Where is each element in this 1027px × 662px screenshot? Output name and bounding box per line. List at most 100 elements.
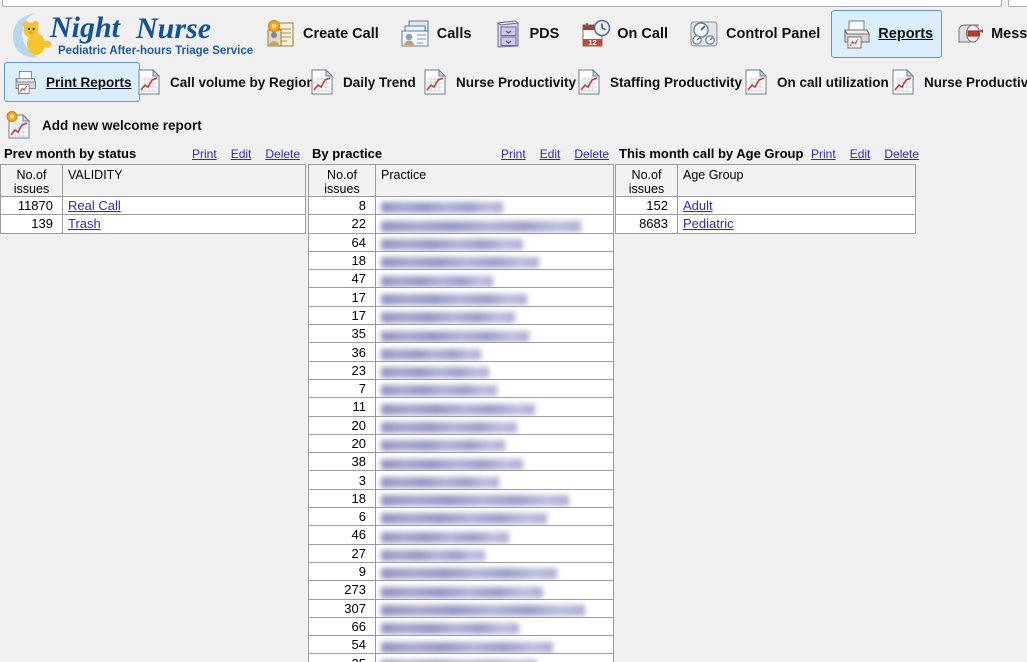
delete-link[interactable]: Delete (884, 147, 919, 161)
table-row[interactable]: 66 (308, 616, 614, 637)
nav-item-on-call[interactable]: 12 On Call (570, 10, 677, 58)
nav-item-reports[interactable]: Reports (831, 10, 943, 58)
subnav-item-nurse-productivity-2[interactable]: Nurse Productivity (882, 62, 1027, 102)
practice-link-redacted[interactable] (381, 476, 499, 488)
practice-link-redacted[interactable] (381, 421, 517, 433)
practice-link-redacted[interactable] (381, 385, 497, 397)
table-row[interactable]: 6 (308, 507, 614, 527)
table-row[interactable]: 54 (308, 635, 614, 655)
practice-link-redacted[interactable] (381, 550, 485, 562)
subnav-item-daily-trend[interactable]: Daily Trend (301, 62, 424, 102)
practice-link-redacted[interactable] (381, 440, 505, 452)
table-row[interactable]: 35 (308, 324, 614, 344)
nav-item-calls[interactable]: Calls (390, 10, 481, 58)
table-row[interactable]: 27 (308, 543, 614, 563)
practice-link-redacted[interactable] (381, 641, 553, 653)
delete-link[interactable]: Delete (574, 147, 609, 161)
practice-link-redacted[interactable] (381, 220, 581, 232)
practice-link-redacted[interactable] (381, 275, 493, 287)
practice-link-redacted[interactable] (381, 367, 489, 379)
table-header-row: No.of issues Age Group (615, 164, 916, 197)
practice-link-redacted[interactable] (381, 257, 539, 269)
table-row[interactable]: 17 (308, 305, 614, 326)
table-row[interactable]: 38 (308, 452, 614, 472)
validity-link[interactable]: Trash (68, 216, 101, 231)
table-row[interactable]: 20 (308, 433, 614, 454)
table-header-row: No.of issues Practice (308, 164, 614, 197)
practice-link-redacted[interactable] (381, 293, 527, 305)
cell-count: 27 (308, 543, 376, 563)
table-row[interactable]: 307 (308, 598, 614, 618)
cell-count: 23 (308, 360, 376, 380)
table-row[interactable]: 9 (308, 561, 614, 582)
practice-link-redacted[interactable] (381, 458, 523, 470)
table-row[interactable]: 11 (308, 397, 614, 417)
table-row[interactable]: 17 (308, 287, 614, 307)
nav-item-label: Control Panel (726, 26, 821, 42)
practice-link-redacted[interactable] (381, 495, 569, 507)
practice-link-redacted[interactable] (381, 348, 481, 360)
table-row[interactable]: 8 (308, 195, 614, 216)
cell-practice (375, 342, 614, 362)
table-row[interactable]: 22 (308, 214, 614, 234)
table-row[interactable]: 139 Trash (0, 214, 306, 234)
practice-link-redacted[interactable] (381, 513, 547, 525)
cell-practice (375, 214, 614, 234)
nav-item-control-panel[interactable]: Control Panel (679, 10, 829, 58)
column-header-practice: Practice (375, 164, 614, 197)
table-row[interactable]: 64 (308, 232, 614, 252)
print-link[interactable]: Print (501, 147, 526, 161)
practice-link-redacted[interactable] (381, 623, 519, 635)
nav-item-pds[interactable]: PDS (482, 10, 568, 58)
add-new-welcome-report-button[interactable]: Add new welcome report (6, 105, 202, 145)
practice-link-redacted[interactable] (381, 403, 535, 415)
table-row[interactable]: 7 (308, 378, 614, 399)
table-row[interactable]: 18 (308, 488, 614, 509)
delete-link[interactable]: Delete (265, 147, 300, 161)
edit-link[interactable]: Edit (231, 147, 252, 161)
cell-count: 8 (308, 195, 376, 216)
subnav-item-print-reports[interactable]: Print Reports (4, 62, 140, 102)
table-row[interactable]: 20 (308, 415, 614, 435)
subnav-item-nurse-productivity[interactable]: Nurse Productivity (414, 62, 584, 102)
table-row[interactable]: 273 (308, 580, 614, 600)
cell-age-group: Pediatric (677, 214, 916, 234)
table-row[interactable]: 8683 Pediatric (615, 214, 916, 234)
subnav-item-call-volume-by-region[interactable]: Call volume by Region (128, 62, 323, 102)
nav-item-messages[interactable]: Messages (944, 10, 1027, 58)
practice-link-redacted[interactable] (381, 239, 523, 251)
calls-icon (399, 18, 431, 50)
practice-link-redacted[interactable] (381, 586, 543, 598)
edit-link[interactable]: Edit (540, 147, 561, 161)
table-row[interactable]: 18 (308, 250, 614, 271)
nav-item-create-call[interactable]: Create Call (256, 10, 388, 58)
table-row[interactable]: 23 (308, 360, 614, 380)
print-link[interactable]: Print (811, 147, 836, 161)
cell-practice (375, 378, 614, 399)
cell-count: 38 (308, 452, 376, 472)
table-row[interactable]: 35 (308, 653, 614, 662)
panel-header: This month call by Age Group Print Edit … (615, 146, 919, 164)
edit-link[interactable]: Edit (850, 147, 871, 161)
practice-link-redacted[interactable] (381, 604, 585, 616)
panel-actions: Print Edit Delete (501, 147, 609, 161)
validity-link[interactable]: Real Call (68, 198, 121, 213)
age-group-link[interactable]: Adult (683, 198, 713, 213)
main-ribbon: Night Nurse Pediatric After-hours Triage… (0, 7, 1027, 61)
age-group-link[interactable]: Pediatric (683, 216, 734, 231)
table-row[interactable]: 11870 Real Call (0, 195, 306, 216)
subnav-item-staffing-productivity[interactable]: Staffing Productivity (568, 62, 750, 102)
practice-link-redacted[interactable] (381, 568, 557, 580)
table-row[interactable]: 3 (308, 470, 614, 490)
print-link[interactable]: Print (192, 147, 217, 161)
panel-header: By practice Print Edit Delete (308, 146, 613, 164)
practice-link-redacted[interactable] (381, 531, 509, 543)
practice-link-redacted[interactable] (381, 312, 515, 324)
table-row[interactable]: 152 Adult (615, 195, 916, 216)
table-row[interactable]: 46 (308, 525, 614, 545)
table-row[interactable]: 36 (308, 342, 614, 362)
practice-link-redacted[interactable] (381, 330, 529, 342)
table-row[interactable]: 47 (308, 269, 614, 289)
subnav-item-on-call-utilization[interactable]: On call utilization (735, 62, 897, 102)
practice-link-redacted[interactable] (381, 202, 503, 214)
